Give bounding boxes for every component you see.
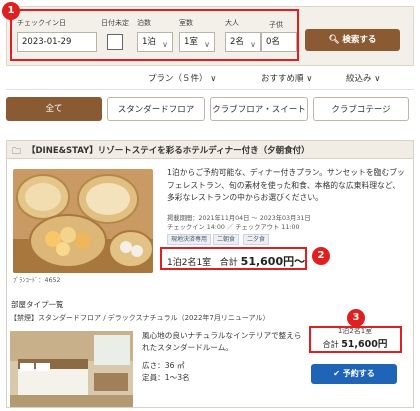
sort-bar: プラン（５件） ∨ おすすめ順 ∨ 絞込み ∨ <box>6 66 414 90</box>
recommended-sort[interactable]: おすすめ順 ∨ <box>261 72 312 84</box>
annotation-box-3 <box>309 326 402 353</box>
annotation-marker-1: 1 <box>2 2 20 20</box>
room-description-text: 風心地の良いナチュラルなインテリアで整えられたスタンダードルーム。 <box>142 331 302 352</box>
annotation-marker-2: 2 <box>312 247 330 265</box>
dimsum-photo <box>13 169 153 273</box>
folder-icon: 🗀︎ <box>12 147 22 157</box>
search-button-label: 検索する <box>342 35 377 45</box>
chevron-down-icon: ∨ <box>374 74 381 84</box>
room-image <box>10 331 133 407</box>
plan-title: 【DINE&STAY】リゾートステイを彩るホテルディナー付き（夕朝食付） <box>27 146 310 156</box>
chevron-down-icon: ∨ <box>210 74 217 84</box>
annotation-box-2 <box>160 247 307 270</box>
plan-checkin-out: チェックイン 14:00 ／ チェックアウト 11:00 <box>167 224 300 231</box>
tag-dinner: 二夕食 <box>243 234 270 245</box>
tab-club-floor-suite[interactable]: クラブフロア・スイート <box>210 97 308 121</box>
filter-label: 絞込み <box>346 74 372 84</box>
tab-all[interactable]: 全て <box>6 97 102 121</box>
chevron-down-icon: ∨ <box>306 74 313 84</box>
tag-breakfast: 二朝食 <box>213 234 240 245</box>
plan-photo[interactable] <box>13 169 153 273</box>
room-photo[interactable] <box>10 331 133 407</box>
recommended-label: おすすめ順 <box>261 74 304 84</box>
reserve-button-label: 予約する <box>342 369 375 378</box>
plan-count-sort[interactable]: プラン（５件） ∨ <box>148 72 216 84</box>
plan-period: 掲載期間：2021年11月04日 ～ 2023年03月31日 <box>167 215 311 222</box>
filter-sort[interactable]: 絞込み ∨ <box>346 72 380 84</box>
plan-code: ﾌﾟﾗﾝｺｰﾄﾞ：4652 <box>13 277 61 284</box>
plan-title-bar[interactable]: 🗀︎ 【DINE&STAY】リゾートステイを彩るホテルディナー付き（夕朝食付） <box>7 141 413 159</box>
room-types-heading: 部屋タイプ一覧 <box>11 300 64 309</box>
reserve-button[interactable]: ✔ 予約する <box>311 364 397 384</box>
tab-standard-floor[interactable]: スタンダードフロア <box>107 97 205 121</box>
plan-count-label: プラン（５件） <box>148 74 208 84</box>
room-description: 風心地の良いナチュラルなインテリアで整えられたスタンダードルーム。 広さ：36 … <box>142 330 307 384</box>
annotation-box-1 <box>10 9 299 61</box>
check-icon: ✔ <box>333 369 340 378</box>
tab-club-cottage[interactable]: クラブコテージ <box>313 97 409 121</box>
plan-description: 1泊からご予約可能な、ディナー付きプラン。サンセットを臨むブッフェレストラン、旬… <box>167 168 405 202</box>
annotation-marker-3: 3 <box>347 309 365 327</box>
room-size: 広さ：36 ㎡ <box>142 361 185 370</box>
search-button[interactable]: 🔍︎ 検索する <box>305 29 400 51</box>
tag-onsite-payment: 現地決済専用 <box>167 234 212 245</box>
room-type-title: 【禁煙】スタンダードフロア / デラックスナチュラル（2022年7月リニューアル… <box>10 314 270 322</box>
search-icon: 🔍︎ <box>328 35 340 45</box>
room-capacity: 定員：1〜3名 <box>142 373 190 382</box>
